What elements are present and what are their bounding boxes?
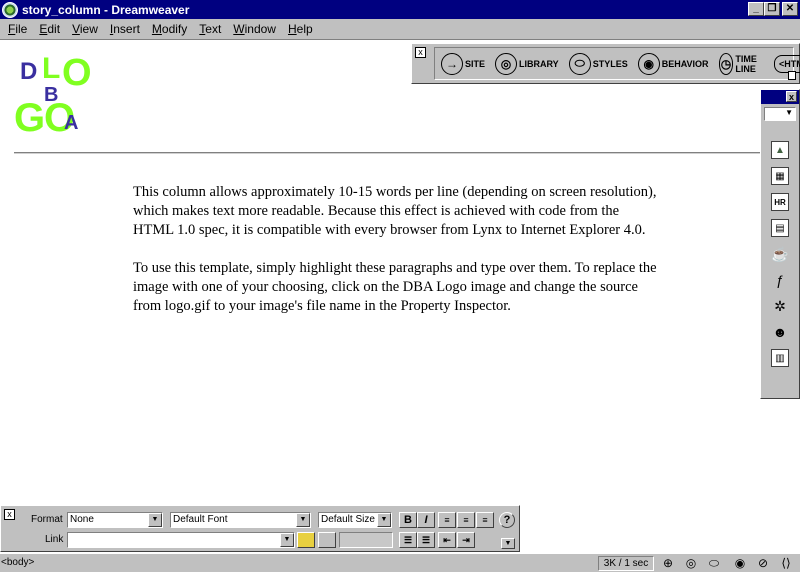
text-color-input[interactable] [339,532,393,548]
launcher-orientation-toggle[interactable] [788,71,796,80]
form-icon[interactable]: ▥ [771,349,789,367]
logo-letter-a: A [64,112,79,134]
window-title: story_column - Dreamweaver [22,2,190,17]
folder-icon[interactable] [297,532,315,548]
dreamweaver-app-icon[interactable] [2,1,18,18]
horizontal-rule-icon[interactable]: HR [771,193,789,211]
mini-behavior-icon[interactable]: ◉ [732,556,748,571]
menu-window[interactable]: Window [227,22,282,36]
menu-edit[interactable]: Edit [33,22,66,36]
mini-styles-icon[interactable]: ⬭ [706,556,722,571]
link-input[interactable]: ▼ [67,532,295,548]
status-bar: <body> 3K / 1 sec ⊕ ◎ ⬭ ◉ ⊘ ⟨⟩ [0,553,800,572]
format-select[interactable]: None ▼ [67,512,163,528]
launcher-library-button[interactable]: ◎ LIBRARY [495,52,559,76]
plugin-icon[interactable]: ☕ [771,245,789,263]
chevron-down-icon: ▼ [280,533,294,547]
property-inspector-close-button[interactable]: x [4,509,15,520]
styles-icon: ⬭ [568,52,591,75]
launcher-timeline-button[interactable]: ◷ TIME LINE [718,52,765,76]
site-icon: → [441,52,463,75]
italic-button[interactable]: I [417,512,435,528]
logo-letter-o: O [62,52,92,94]
align-left-button[interactable]: ≡ [438,512,456,528]
menu-view[interactable]: View [66,22,104,36]
story-column[interactable]: This column allows approximately 10-15 w… [133,183,663,335]
help-button[interactable]: ? [499,512,515,528]
objects-palette-close-button[interactable]: x [786,91,797,102]
indent-button[interactable]: ⇥ [457,532,475,548]
align-right-button[interactable]: ≡ [476,512,494,528]
html-icon: <HTML> [774,54,800,73]
story-paragraph-2[interactable]: To use this template, simply highlight t… [133,259,663,316]
mini-timeline-icon[interactable]: ⊘ [755,556,771,571]
menu-bar: File Edit View Insert Modify Text Window… [0,19,800,39]
menu-modify[interactable]: Modify [146,22,193,36]
property-inspector: x Format None ▼ Default Font ▼ Default S… [0,505,520,552]
menu-file[interactable]: File [2,22,33,36]
timeline-icon: ◷ [718,52,734,75]
flash-icon[interactable]: ƒ [771,271,789,289]
dba-logo-image[interactable]: D L O B G O A [14,52,94,140]
ordered-list-button[interactable]: ☰ [417,532,435,548]
expand-arrow-icon[interactable]: ▼ [501,538,515,549]
logo-letter-l: L [42,52,61,85]
launcher-close-button[interactable]: x [415,47,426,58]
format-label: Format [31,514,63,525]
mini-html-icon[interactable]: ⟨⟩ [778,556,794,571]
applet-icon[interactable]: ✲ [771,297,789,315]
align-center-button[interactable]: ≡ [457,512,475,528]
link-label: Link [45,534,64,545]
chevron-down-icon: ▼ [148,513,162,527]
launcher-site-button[interactable]: → SITE [441,52,485,76]
unordered-list-button[interactable]: ☰ [399,532,417,548]
table-icon[interactable]: ▦ [771,167,789,185]
logo-letter-g: G [14,96,46,140]
mini-site-icon[interactable]: ⊕ [660,556,676,571]
launcher-behavior-button[interactable]: ◉ BEHAVIOR [637,52,709,76]
download-stats: 3K / 1 sec [598,556,654,571]
menu-help[interactable]: Help [282,22,319,36]
size-select[interactable]: Default Size ▼ [318,512,392,528]
launcher-palette: x → SITE ◎ LIBRARY ⬭ STYLES ◉ BEHAVIOR ◷… [411,43,800,84]
mini-library-icon[interactable]: ◎ [683,556,699,571]
horizontal-rule[interactable] [14,152,760,154]
bold-button[interactable]: B [399,512,417,528]
menu-insert[interactable]: Insert [104,22,146,36]
chevron-down-icon: ▼ [377,513,391,527]
minimize-button[interactable]: _ [748,2,764,16]
close-button[interactable]: ✕ [782,2,798,16]
activex-icon[interactable]: ☻ [771,323,789,341]
color-swatch[interactable] [318,532,336,548]
launcher-styles-button[interactable]: ⬭ STYLES [568,52,628,76]
tag-selector[interactable]: <body> [1,557,34,568]
title-bar: story_column - Dreamweaver _ ❐ ✕ [0,0,800,19]
document-canvas[interactable]: D L O B G O A This column allows approxi… [0,39,800,553]
objects-palette-titlebar[interactable]: x [761,90,799,104]
layer-icon[interactable]: ▤ [771,219,789,237]
maximize-button[interactable]: ❐ [764,2,780,16]
image-icon[interactable]: ▲ [771,141,789,159]
objects-palette: x ▼ ▲ ▦ HR ▤ ☕ ƒ ✲ ☻ ▥ [760,89,800,399]
story-paragraph-1[interactable]: This column allows approximately 10-15 w… [133,183,663,240]
behavior-icon: ◉ [637,52,660,75]
menu-text[interactable]: Text [193,22,227,36]
logo-letter-d: D [20,58,38,85]
font-select[interactable]: Default Font ▼ [170,512,311,528]
objects-category-dropdown[interactable]: ▼ [764,107,796,121]
library-icon: ◎ [495,52,518,75]
chevron-down-icon: ▼ [296,513,310,527]
outdent-button[interactable]: ⇤ [438,532,456,548]
